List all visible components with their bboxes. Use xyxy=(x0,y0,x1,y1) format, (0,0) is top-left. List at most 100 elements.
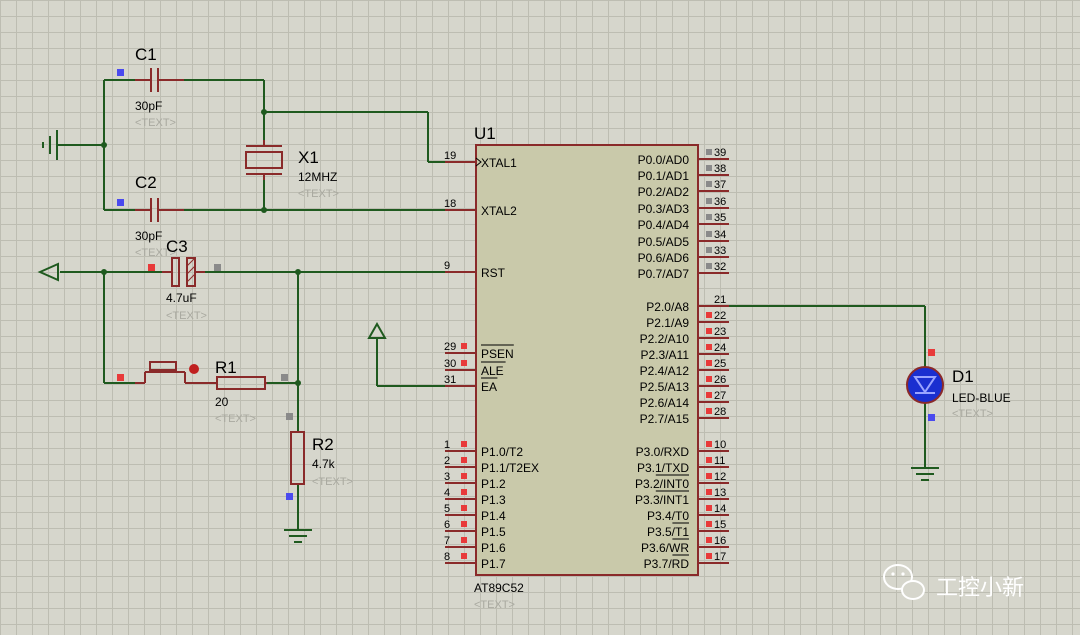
pin-number: 16 xyxy=(714,535,726,547)
push-button[interactable] xyxy=(117,361,205,384)
resistor-r2[interactable] xyxy=(286,413,305,500)
pin-number: 9 xyxy=(444,260,450,272)
pin-label: P0.5/AD5 xyxy=(638,235,690,249)
pin-label: P2.1/A9 xyxy=(646,316,689,330)
pin-label: P2.3/A11 xyxy=(641,348,690,362)
pin-number: 34 xyxy=(714,229,726,241)
pin-number: 36 xyxy=(714,196,726,208)
pin-label: P1.2 xyxy=(481,477,506,491)
pin-number: 15 xyxy=(714,519,726,531)
u1-value: AT89C52 xyxy=(474,581,524,595)
pin-label: XTAL2 xyxy=(481,204,517,218)
pin-number: 21 xyxy=(714,294,726,306)
c1-text: <TEXT> xyxy=(135,117,176,129)
pin-label: P0.0/AD0 xyxy=(638,153,690,167)
pin-number: 7 xyxy=(444,535,450,547)
pin-label: P2.0/A8 xyxy=(646,300,689,314)
ground-icon xyxy=(284,529,312,543)
pin-label: P3.6/WR xyxy=(641,541,689,555)
pin-label: P1.1/T2EX xyxy=(481,461,539,475)
pin-number: 11 xyxy=(714,455,725,467)
r1-text: <TEXT> xyxy=(215,413,256,425)
pin-number: 3 xyxy=(444,471,450,483)
u1-ref: U1 xyxy=(474,124,496,143)
c2-ref: C2 xyxy=(135,173,157,192)
pin-label: P0.2/AD2 xyxy=(638,185,690,199)
pin-number: 8 xyxy=(444,551,450,563)
pin-number: 37 xyxy=(714,179,726,191)
pin-number: 6 xyxy=(444,519,450,531)
x1-ref: X1 xyxy=(298,148,319,167)
c1-value: 30pF xyxy=(135,99,162,113)
pin-label: P1.7 xyxy=(481,557,506,571)
pin-label: P3.4/T0 xyxy=(647,509,689,523)
schematic-canvas[interactable]: C1 30pF <TEXT> C2 30pF <TEXT> X1 12MHZ <… xyxy=(0,0,1080,635)
c2-value: 30pF xyxy=(135,229,162,243)
r2-ref: R2 xyxy=(312,435,334,454)
pin-number: 23 xyxy=(714,326,726,338)
r1-ref: R1 xyxy=(215,358,237,377)
pin-number: 1 xyxy=(444,439,450,451)
pin-label: P1.0/T2 xyxy=(481,445,523,459)
pin-label: P2.4/A12 xyxy=(640,364,690,378)
u1-text: <TEXT> xyxy=(474,599,515,611)
pin-number: 33 xyxy=(714,245,726,257)
d1-ref: D1 xyxy=(952,367,974,386)
ground-icon xyxy=(42,130,66,160)
pin-label: P0.3/AD3 xyxy=(638,202,690,216)
pin-number: 13 xyxy=(714,487,726,499)
d1-text: <TEXT> xyxy=(952,408,993,420)
pin-number: 19 xyxy=(444,150,456,162)
x1-text: <TEXT> xyxy=(298,188,339,200)
pin-number: 25 xyxy=(714,358,726,370)
pin-number: 17 xyxy=(714,551,726,563)
pin-number: 32 xyxy=(714,261,726,273)
c3-ref: C3 xyxy=(166,237,188,256)
pin-label: P2.6/A14 xyxy=(640,396,690,410)
pin-label: P3.0/RXD xyxy=(636,445,690,459)
pin-label: P1.4 xyxy=(481,509,506,523)
pin-number: 30 xyxy=(444,358,456,370)
pin-label: P3.5/T1 xyxy=(647,525,689,539)
pin-number: 27 xyxy=(714,390,726,402)
pin-number: 22 xyxy=(714,310,726,322)
pin-label: P2.2/A10 xyxy=(640,332,690,346)
r2-value: 4.7k xyxy=(312,457,336,471)
pin-number: 31 xyxy=(444,374,456,386)
pin-label: P1.6 xyxy=(481,541,506,555)
pin-label: ALE xyxy=(481,364,504,378)
c3-text: <TEXT> xyxy=(166,310,207,322)
pin-number: 26 xyxy=(714,374,726,386)
pin-number: 29 xyxy=(444,341,456,353)
pin-number: 4 xyxy=(444,487,450,499)
ground-icon xyxy=(911,467,939,481)
pin-label: P3.3/INT1 xyxy=(635,493,689,507)
pin-label: P0.4/AD4 xyxy=(638,218,690,232)
pin-label: P1.3 xyxy=(481,493,506,507)
pin-label: P0.7/AD7 xyxy=(638,267,690,281)
pin-number: 10 xyxy=(714,439,726,451)
pin-label: P3.1/TXD xyxy=(637,461,689,475)
pin-number: 18 xyxy=(444,198,456,210)
crystal-x1[interactable] xyxy=(245,140,283,180)
power-arrow-icon xyxy=(37,262,59,282)
r2-text: <TEXT> xyxy=(312,476,353,488)
r1-value: 20 xyxy=(215,395,229,409)
schematic: C1 30pF <TEXT> C2 30pF <TEXT> X1 12MHZ <… xyxy=(37,45,1024,611)
pin-label: P3.2/INT0 xyxy=(635,477,689,491)
pin-number: 28 xyxy=(714,406,726,418)
pin-number: 5 xyxy=(444,503,450,515)
pin-number: 39 xyxy=(714,147,726,159)
pin-number: 35 xyxy=(714,212,726,224)
pin-label: EA xyxy=(481,380,497,394)
d1-value: LED-BLUE xyxy=(952,391,1011,405)
pin-number: 24 xyxy=(714,342,726,354)
pin-number: 2 xyxy=(444,455,450,467)
watermark: 工控小新 xyxy=(883,564,1024,601)
c1-ref: C1 xyxy=(135,45,157,64)
pin-label: PSEN xyxy=(481,347,514,361)
pin-number: 12 xyxy=(714,471,726,483)
c3-value: 4.7uF xyxy=(166,291,197,305)
pin-label: P2.5/A13 xyxy=(640,380,690,394)
pin-label: P3.7/RD xyxy=(644,557,690,571)
